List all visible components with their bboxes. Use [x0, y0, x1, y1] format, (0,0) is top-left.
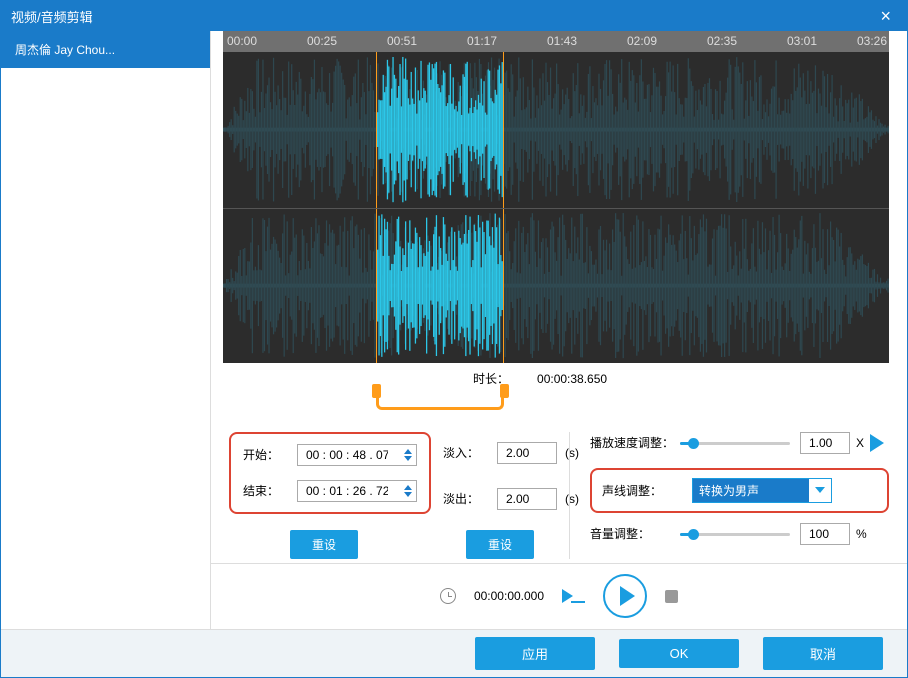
volume-slider[interactable] [680, 527, 790, 541]
volume-input[interactable] [800, 523, 850, 545]
stop-button[interactable] [665, 590, 678, 603]
end-time-input[interactable] [297, 480, 417, 502]
play-preview-icon[interactable] [870, 434, 884, 452]
spinner-down-icon[interactable] [404, 456, 412, 461]
spinner-down-icon[interactable] [404, 492, 412, 497]
volume-pct: % [856, 527, 867, 541]
waveform-display[interactable] [223, 52, 889, 362]
fadeout-input[interactable] [497, 488, 557, 510]
transport-time: 00:00:00.000 [474, 589, 544, 603]
speed-label: 播放速度调整： [590, 434, 680, 451]
bracket-handle-left[interactable] [372, 384, 381, 398]
footer: 应用 OK 取消 [1, 629, 907, 677]
reset-fade-button[interactable]: 重设 [466, 530, 534, 559]
end-label: 结束： [243, 482, 297, 499]
speed-slider[interactable] [680, 436, 790, 450]
clock-icon [440, 588, 456, 604]
start-time-input[interactable] [297, 444, 417, 466]
close-icon[interactable]: × [874, 6, 897, 27]
sidebar-item-track[interactable]: 周杰倫 Jay Chou... [1, 31, 210, 68]
reset-trim-button[interactable]: 重设 [290, 530, 358, 559]
sidebar: 周杰倫 Jay Chou... [1, 31, 211, 629]
cancel-button[interactable]: 取消 [763, 637, 883, 670]
chevron-down-icon [815, 487, 825, 493]
fadeout-label: 淡出： [443, 490, 497, 507]
selection-bracket[interactable] [223, 388, 895, 419]
transport-bar: 00:00:00.000 [211, 563, 907, 629]
fadein-input[interactable] [497, 442, 557, 464]
voice-dropdown[interactable]: 转换为男声 [692, 478, 832, 503]
volume-label: 音量调整： [590, 525, 680, 542]
bracket-handle-right[interactable] [500, 384, 509, 398]
speed-input[interactable] [800, 432, 850, 454]
spinner-up-icon[interactable] [404, 449, 412, 454]
voice-label: 声线调整： [602, 482, 692, 499]
spinner-up-icon[interactable] [404, 485, 412, 490]
speed-x: X [856, 436, 864, 450]
play-icon [620, 586, 635, 606]
apply-button[interactable]: 应用 [475, 637, 595, 670]
sidebar-item-label: 周杰倫 Jay Chou... [15, 43, 115, 57]
start-label: 开始： [243, 446, 297, 463]
time-ruler[interactable]: 00:00 00:25 00:51 01:17 01:43 02:09 02:3… [223, 31, 889, 52]
duration-value: 00:00:38.650 [537, 372, 607, 386]
voice-value: 转换为男声 [693, 479, 809, 502]
goto-icon[interactable] [562, 589, 585, 603]
window-title: 视频/音频剪辑 [11, 7, 874, 26]
play-button[interactable] [603, 574, 647, 618]
fadein-label: 淡入： [443, 444, 497, 461]
title-bar: 视频/音频剪辑 × [1, 1, 907, 31]
ok-button[interactable]: OK [619, 639, 739, 668]
